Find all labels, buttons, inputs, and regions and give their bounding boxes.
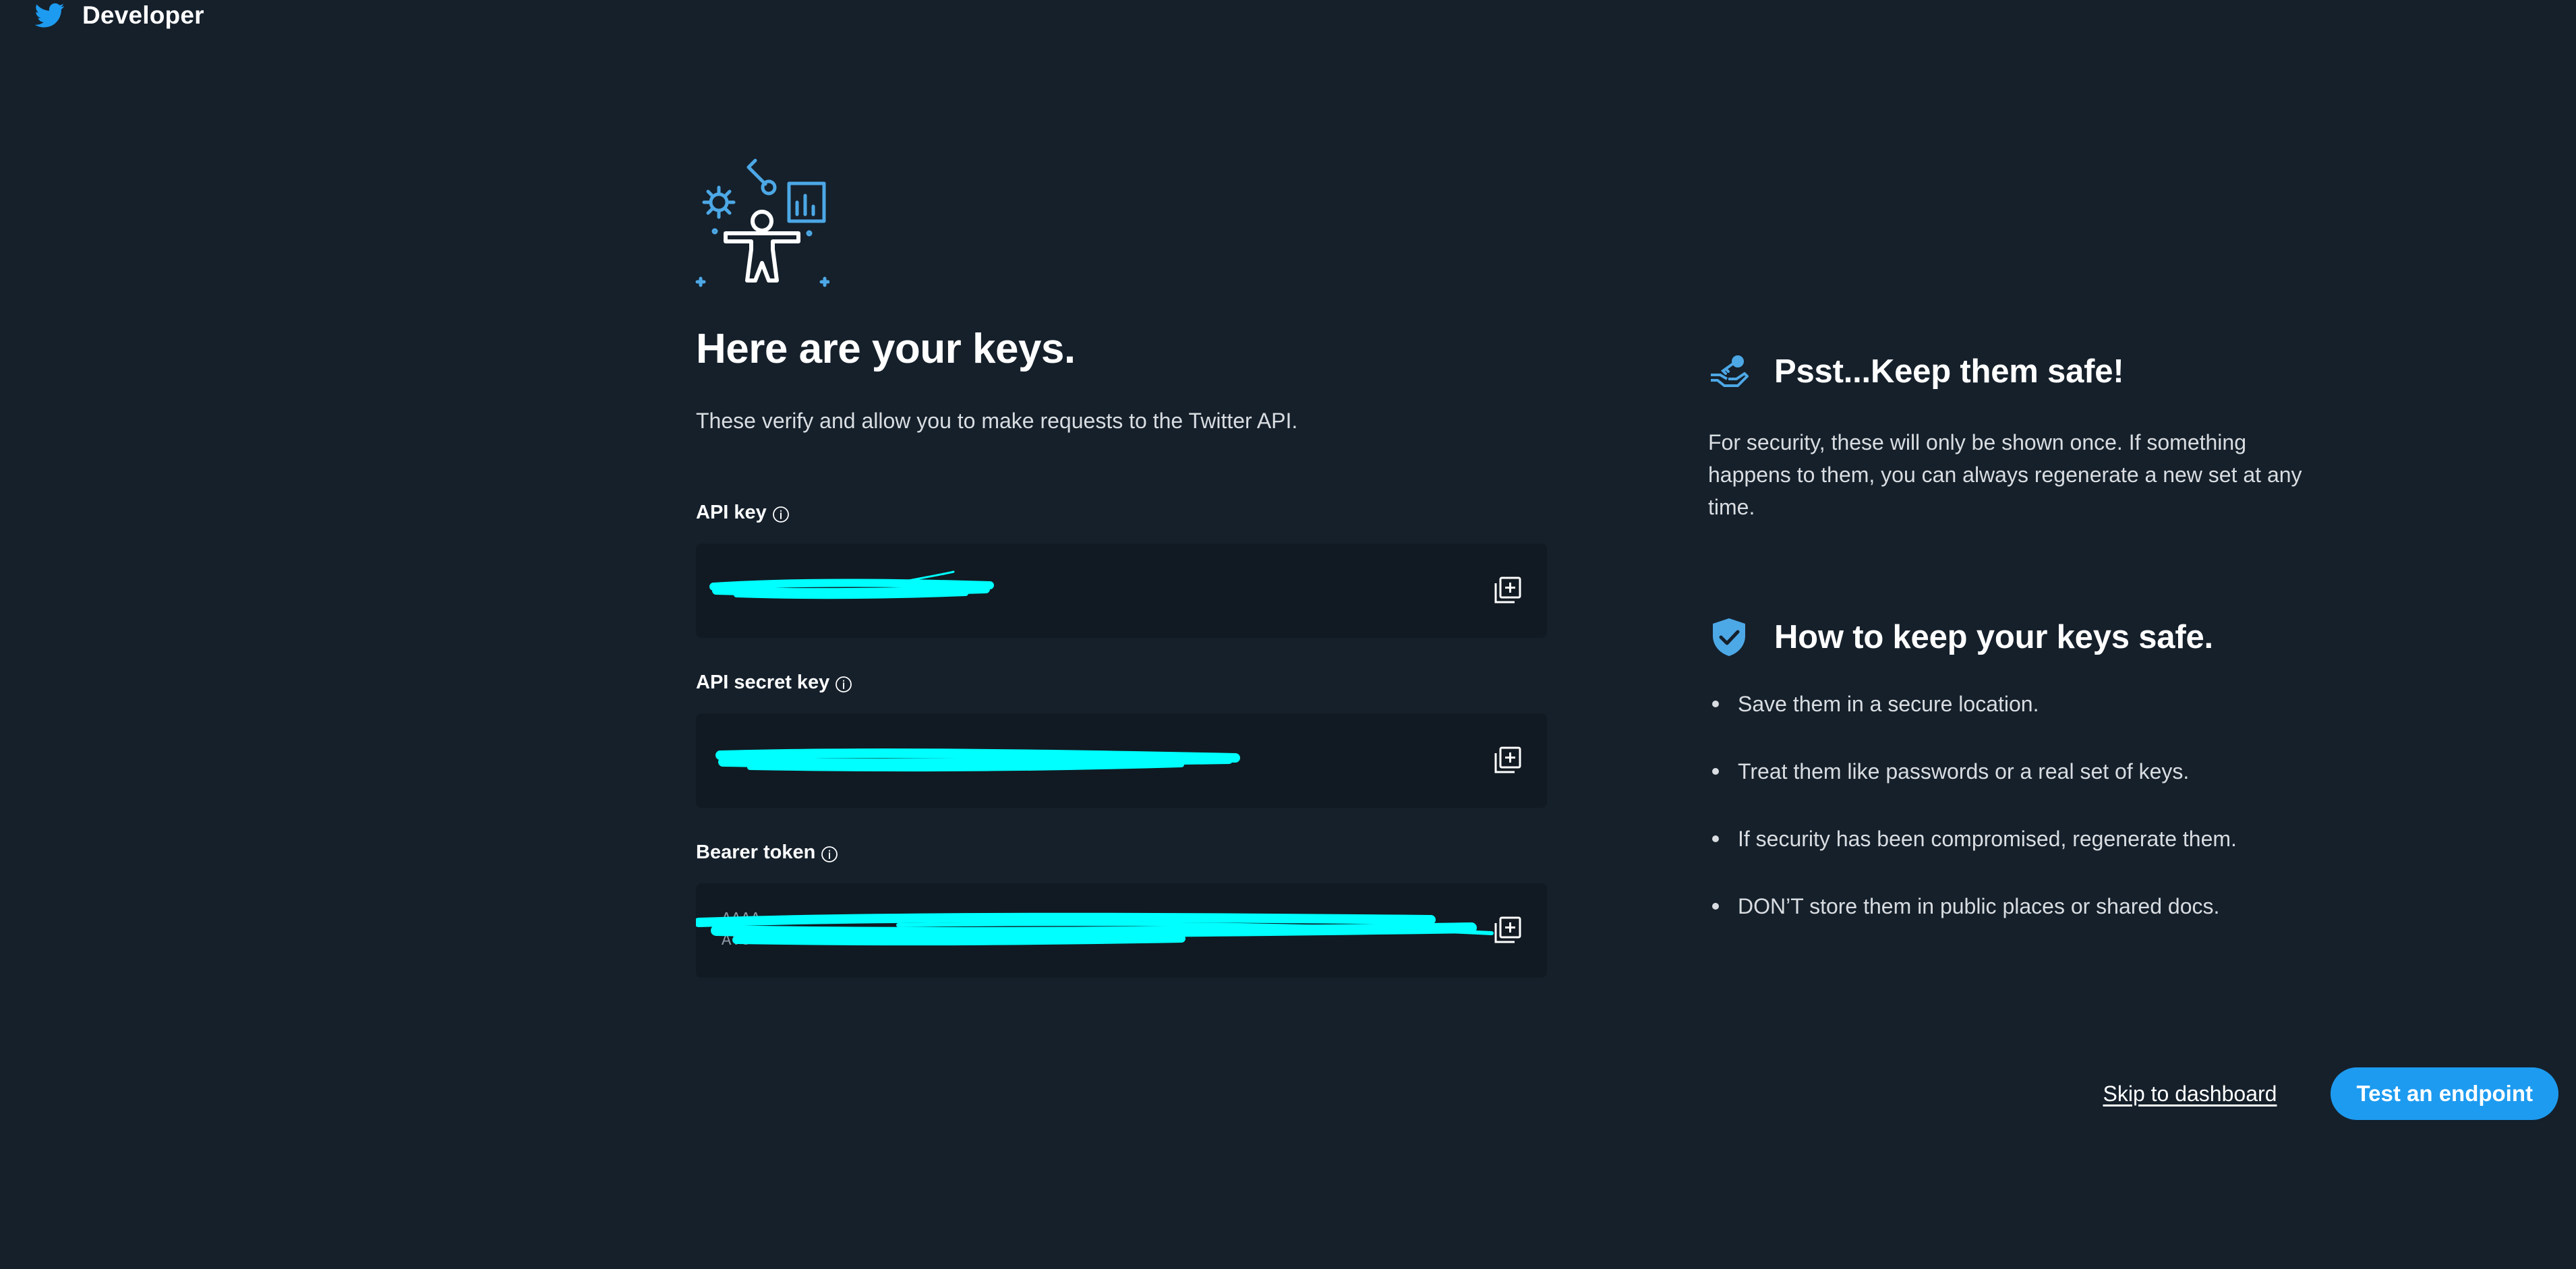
info-icon[interactable] bbox=[835, 676, 852, 693]
bearer-token-value-box[interactable]: AAAA AYO bbox=[696, 883, 1547, 978]
brand-title[interactable]: Developer bbox=[82, 1, 204, 30]
top-bar: Developer bbox=[35, 0, 204, 31]
footer-actions: Skip to dashboard Test an endpoint bbox=[2103, 1067, 2558, 1120]
safe-header: Psst...Keep them safe! bbox=[1708, 351, 2315, 392]
list-item: DON’T store them in public places or sha… bbox=[1708, 893, 2315, 920]
api-secret-key-value[interactable] bbox=[722, 713, 1466, 808]
copy-icon bbox=[1494, 916, 1521, 943]
safe-title: Psst...Keep them safe! bbox=[1774, 353, 2124, 390]
skip-to-dashboard-link[interactable]: Skip to dashboard bbox=[2103, 1082, 2277, 1106]
bullet-icon bbox=[1712, 835, 1719, 842]
howto-title: How to keep your keys safe. bbox=[1774, 619, 2213, 655]
developer-keys-illustration bbox=[695, 158, 829, 287]
test-endpoint-button[interactable]: Test an endpoint bbox=[2331, 1067, 2558, 1120]
howto-header: How to keep your keys safe. bbox=[1708, 616, 2315, 658]
api-secret-key-field: API secret key bbox=[696, 669, 1547, 808]
tips-list: Save them in a secure location. Treat th… bbox=[1708, 690, 2315, 920]
bearer-token-label: Bearer token bbox=[696, 841, 816, 863]
api-key-label: API key bbox=[696, 501, 767, 523]
safe-description: For security, these will only be shown o… bbox=[1708, 430, 2302, 519]
bearer-token-line-1: AAAA bbox=[722, 910, 761, 928]
bullet-icon bbox=[1712, 903, 1719, 910]
safety-panel: Psst...Keep them safe! For security, the… bbox=[1708, 351, 2315, 960]
keys-panel: Here are your keys. These verify and all… bbox=[696, 318, 1547, 978]
copy-icon bbox=[1494, 746, 1521, 773]
list-item: Save them in a secure location. bbox=[1708, 690, 2315, 717]
api-key-field: API key 3tsc bbox=[696, 499, 1547, 638]
copy-api-key-button[interactable] bbox=[1492, 575, 1523, 606]
page-subtitle: These verify and allow you to make reque… bbox=[696, 409, 1298, 433]
api-key-value-box[interactable]: 3tsc bbox=[696, 543, 1547, 638]
twitter-bird-icon[interactable] bbox=[35, 3, 65, 28]
list-item: If security has been compromised, regene… bbox=[1708, 825, 2315, 852]
bullet-icon bbox=[1712, 768, 1719, 775]
bullet-icon bbox=[1712, 701, 1719, 707]
copy-api-secret-key-button[interactable] bbox=[1492, 745, 1523, 776]
info-icon[interactable] bbox=[772, 506, 790, 523]
bearer-token-line-2: AYO bbox=[722, 932, 751, 950]
hand-key-icon bbox=[1711, 355, 1749, 387]
copy-icon bbox=[1494, 577, 1521, 603]
api-key-value[interactable]: 3tsc bbox=[722, 543, 1466, 638]
page-title: Here are your keys. bbox=[696, 326, 1076, 372]
shield-check-icon bbox=[1713, 618, 1745, 656]
info-icon[interactable] bbox=[821, 846, 838, 863]
api-secret-key-value-box[interactable] bbox=[696, 713, 1547, 808]
bearer-token-field: Bearer token AAAA AYO bbox=[696, 839, 1547, 978]
copy-bearer-token-button[interactable] bbox=[1492, 915, 1523, 946]
api-secret-key-label: API secret key bbox=[696, 671, 830, 693]
list-item: Treat them like passwords or a real set … bbox=[1708, 758, 2315, 785]
bearer-token-value[interactable]: AAAA AYO bbox=[722, 883, 1466, 978]
